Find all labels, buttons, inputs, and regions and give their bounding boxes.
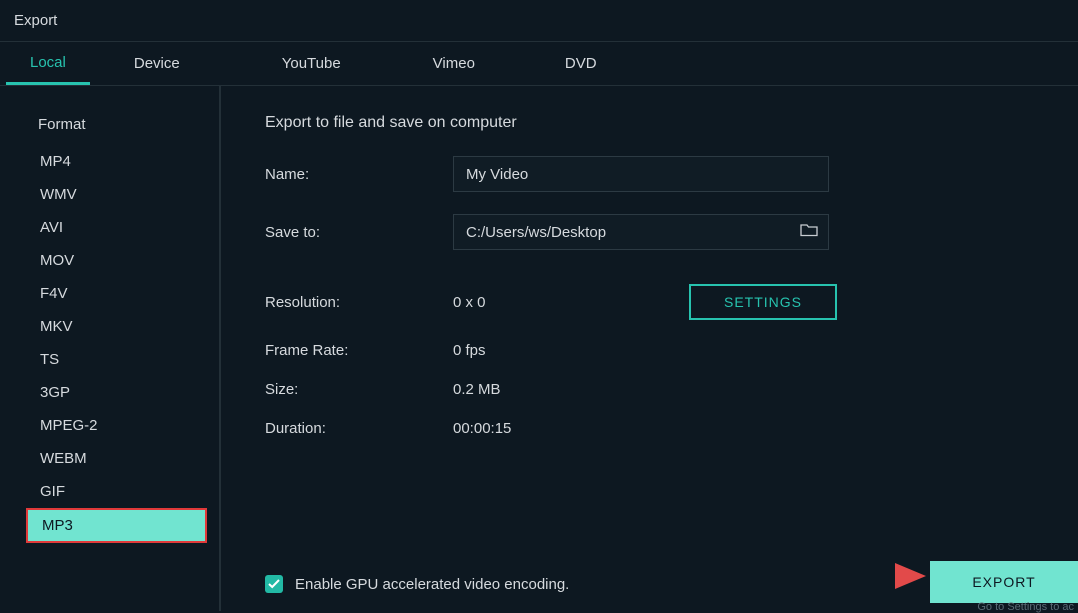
gpu-checkbox[interactable] xyxy=(265,575,283,593)
resolution-label: Resolution: xyxy=(265,294,453,311)
duration-label: Duration: xyxy=(265,420,453,437)
format-item-webm[interactable]: WEBM xyxy=(26,442,207,475)
resolution-value: 0 x 0 xyxy=(453,294,641,311)
tab-dvd[interactable]: DVD xyxy=(541,42,621,85)
export-tabs: Local Device YouTube Vimeo DVD xyxy=(0,42,1078,86)
gpu-label: Enable GPU accelerated video encoding. xyxy=(295,576,569,593)
export-button[interactable]: EXPORT xyxy=(930,561,1078,603)
framerate-value: 0 fps xyxy=(453,342,486,359)
check-icon xyxy=(268,579,280,589)
format-item-gif[interactable]: GIF xyxy=(26,475,207,508)
saveto-label: Save to: xyxy=(265,224,453,241)
framerate-label: Frame Rate: xyxy=(265,342,453,359)
tab-vimeo[interactable]: Vimeo xyxy=(409,42,499,85)
format-item-mp3[interactable]: MP3 xyxy=(26,508,207,543)
tab-local[interactable]: Local xyxy=(6,42,90,85)
format-item-wmv[interactable]: WMV xyxy=(26,178,207,211)
format-item-f4v[interactable]: F4V xyxy=(26,277,207,310)
name-input[interactable] xyxy=(453,156,829,192)
tab-device[interactable]: Device xyxy=(110,42,204,85)
format-item-avi[interactable]: AVI xyxy=(26,211,207,244)
format-item-mpeg2[interactable]: MPEG-2 xyxy=(26,409,207,442)
format-sidebar: Format MP4 WMV AVI MOV F4V MKV TS 3GP MP… xyxy=(0,86,221,611)
size-value: 0.2 MB xyxy=(453,381,501,398)
name-label: Name: xyxy=(265,166,453,183)
panel-title: Export to file and save on computer xyxy=(265,114,1058,132)
format-item-mov[interactable]: MOV xyxy=(26,244,207,277)
format-heading: Format xyxy=(38,116,207,133)
format-item-mp4[interactable]: MP4 xyxy=(26,145,207,178)
window-titlebar: Export xyxy=(0,0,1078,42)
format-item-mkv[interactable]: MKV xyxy=(26,310,207,343)
export-main-panel: Export to file and save on computer Name… xyxy=(221,86,1078,611)
window-title: Export xyxy=(14,12,57,29)
saveto-field[interactable]: C:/Users/ws/Desktop xyxy=(453,214,829,250)
tab-youtube[interactable]: YouTube xyxy=(258,42,365,85)
saveto-path: C:/Users/ws/Desktop xyxy=(466,224,800,241)
folder-icon xyxy=(800,223,818,241)
format-item-3gp[interactable]: 3GP xyxy=(26,376,207,409)
settings-button[interactable]: SETTINGS xyxy=(689,284,837,320)
duration-value: 00:00:15 xyxy=(453,420,511,437)
size-label: Size: xyxy=(265,381,453,398)
format-item-mp3-label: MP3 xyxy=(28,510,205,541)
format-item-ts[interactable]: TS xyxy=(26,343,207,376)
